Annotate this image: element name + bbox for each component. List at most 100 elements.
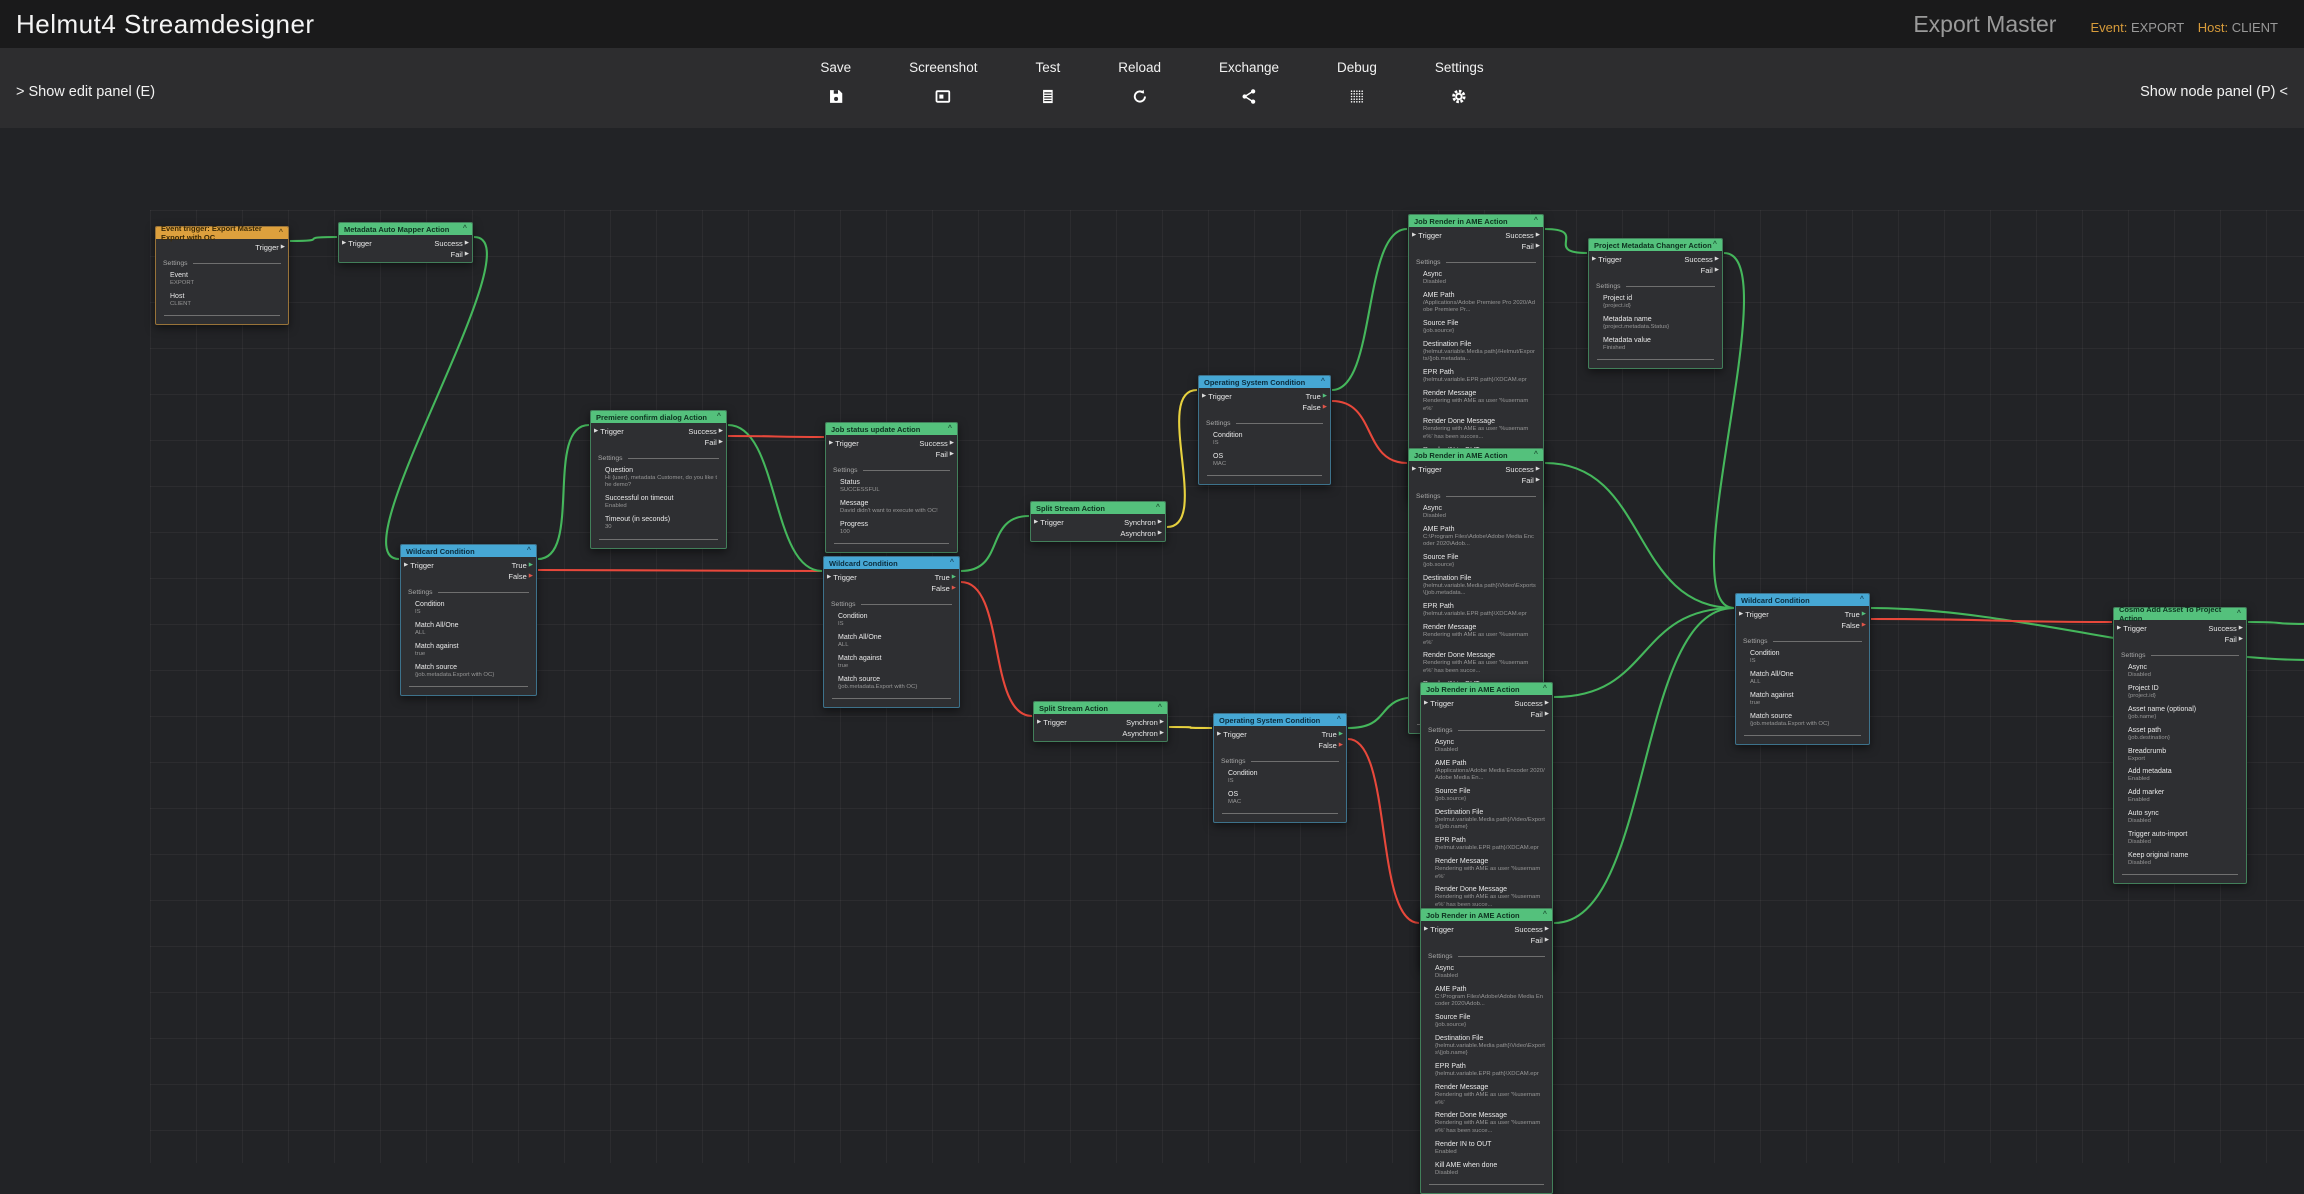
input-port-trigger[interactable]: ▶Trigger xyxy=(1592,255,1622,264)
toolbar-button-settings[interactable]: Settings xyxy=(1435,48,1484,105)
show-node-panel-toggle[interactable]: Show node panel (P) < xyxy=(2140,84,2288,100)
output-port-success[interactable]: Success▶ xyxy=(1514,925,1549,934)
output-port-success[interactable]: Success▶ xyxy=(1505,465,1540,474)
input-port-trigger[interactable]: ▶Trigger xyxy=(2117,624,2147,633)
node-header[interactable]: Wildcard Condition^ xyxy=(401,545,536,557)
input-port-trigger[interactable]: ▶Trigger xyxy=(1412,231,1442,240)
input-port-trigger[interactable]: ▶Trigger xyxy=(1424,925,1454,934)
input-port-trigger[interactable]: ▶Trigger xyxy=(594,427,624,436)
node-cosmo[interactable]: Cosmo Add Asset To Project Action^ ▶Trigg… xyxy=(2113,607,2247,884)
input-port-trigger[interactable]: ▶Trigger xyxy=(1412,465,1442,474)
output-port-success[interactable]: Success▶ xyxy=(688,427,723,436)
collapse-caret-icon[interactable]: ^ xyxy=(1543,912,1547,918)
show-edit-panel-toggle[interactable]: > Show edit panel (E) xyxy=(16,84,155,100)
collapse-caret-icon[interactable]: ^ xyxy=(1156,505,1160,511)
toolbar-button-screenshot[interactable]: Screenshot xyxy=(909,48,977,105)
collapse-caret-icon[interactable]: ^ xyxy=(1534,452,1538,458)
collapse-caret-icon[interactable]: ^ xyxy=(1321,379,1325,385)
wire-wcleft-wcmid[interactable] xyxy=(538,570,822,571)
node-wcright[interactable]: Wildcard Condition^▶TriggerTrue▶False▶Se… xyxy=(1735,593,1870,745)
node-header[interactable]: Event trigger: Export Master Export with… xyxy=(156,227,288,239)
output-port-fail[interactable]: Fail▶ xyxy=(936,450,954,459)
output-port-success[interactable]: Success▶ xyxy=(2208,624,2243,633)
collapse-caret-icon[interactable]: ^ xyxy=(717,414,721,420)
output-port-success[interactable]: Success▶ xyxy=(1514,699,1549,708)
node-header[interactable]: Project Metadata Changer Action^ xyxy=(1589,239,1722,251)
collapse-caret-icon[interactable]: ^ xyxy=(2237,611,2241,617)
node-wcleft[interactable]: Wildcard Condition^▶TriggerTrue▶False▶Se… xyxy=(400,544,537,696)
collapse-caret-icon[interactable]: ^ xyxy=(1713,242,1717,248)
output-port-synchron[interactable]: Synchron▶ xyxy=(1124,518,1162,527)
node-split1[interactable]: Split Stream Action^ ▶Trigger Synchron▶ Asy… xyxy=(1030,501,1166,542)
node-os2[interactable]: Operating System Condition^ ▶Trigger True▶… xyxy=(1213,713,1347,823)
output-port-fail[interactable]: Fail▶ xyxy=(1522,476,1540,485)
output-port-success[interactable]: Success▶ xyxy=(1505,231,1540,240)
node-header[interactable]: Premiere confirm dialog Action^ xyxy=(591,411,726,423)
node-header[interactable]: Wildcard Condition^ xyxy=(824,557,959,569)
input-port-trigger[interactable]: ▶Trigger xyxy=(404,561,434,570)
collapse-caret-icon[interactable]: ^ xyxy=(1158,705,1162,711)
output-port-fail[interactable]: Fail▶ xyxy=(451,250,469,259)
input-port-trigger[interactable]: ▶Trigger xyxy=(1217,730,1247,739)
output-port-asynchron[interactable]: Asynchron▶ xyxy=(1122,729,1164,738)
input-port-trigger[interactable]: ▶Trigger xyxy=(1739,610,1769,619)
output-port-false[interactable]: False▶ xyxy=(1302,403,1327,412)
collapse-caret-icon[interactable]: ^ xyxy=(950,560,954,566)
output-port-fail[interactable]: Fail▶ xyxy=(1531,936,1549,945)
node-wcmid[interactable]: Wildcard Condition^▶TriggerTrue▶False▶Se… xyxy=(823,556,960,708)
output-port-false[interactable]: False▶ xyxy=(508,572,533,581)
node-header[interactable]: Job Render in AME Action^ xyxy=(1409,449,1543,461)
node-header[interactable]: Cosmo Add Asset To Project Action^ xyxy=(2114,608,2246,620)
input-port-trigger[interactable]: ▶Trigger xyxy=(1202,392,1232,401)
wire-confirm-status[interactable] xyxy=(728,436,824,437)
node-header[interactable]: Job status update Action^ xyxy=(826,423,957,435)
output-port-asynchron[interactable]: Asynchron▶ xyxy=(1120,529,1162,538)
input-port-trigger[interactable]: ▶Trigger xyxy=(1424,699,1454,708)
node-header[interactable]: Split Stream Action^ xyxy=(1034,702,1167,714)
node-header[interactable]: Operating System Condition^ xyxy=(1214,714,1346,726)
output-port-trigger[interactable]: Trigger▶ xyxy=(255,243,285,252)
output-port-false[interactable]: False▶ xyxy=(931,584,956,593)
input-port-trigger[interactable]: ▶Trigger xyxy=(1034,518,1064,527)
output-port-fail[interactable]: Fail▶ xyxy=(1701,266,1719,275)
output-port-true[interactable]: True▶ xyxy=(512,561,533,570)
output-port-fail[interactable]: Fail▶ xyxy=(2225,635,2243,644)
collapse-caret-icon[interactable]: ^ xyxy=(1534,218,1538,224)
node-status[interactable]: Job status update Action^▶TriggerSuccess… xyxy=(825,422,958,553)
collapse-caret-icon[interactable]: ^ xyxy=(463,226,467,232)
output-port-true[interactable]: True▶ xyxy=(1845,610,1866,619)
node-header[interactable]: Wildcard Condition^ xyxy=(1736,594,1869,606)
input-port-trigger[interactable]: ▶Trigger xyxy=(827,573,857,582)
collapse-caret-icon[interactable]: ^ xyxy=(279,230,283,236)
wire-split2-os2[interactable] xyxy=(1169,727,1212,728)
collapse-caret-icon[interactable]: ^ xyxy=(1860,597,1864,603)
node-header[interactable]: Split Stream Action^ xyxy=(1031,502,1165,514)
node-evt[interactable]: Event trigger: Export Master Export with… xyxy=(155,226,289,325)
output-port-fail[interactable]: Fail▶ xyxy=(1522,242,1540,251)
collapse-caret-icon[interactable]: ^ xyxy=(1337,717,1341,723)
node-header[interactable]: Job Render in AME Action^ xyxy=(1409,215,1543,227)
output-port-true[interactable]: True▶ xyxy=(935,573,956,582)
collapse-caret-icon[interactable]: ^ xyxy=(948,426,952,432)
node-render4[interactable]: Job Render in AME Action^ ▶Trigger Success… xyxy=(1420,908,1553,1194)
node-header[interactable]: Job Render in AME Action^ xyxy=(1421,909,1552,921)
node-pmc[interactable]: Project Metadata Changer Action^ ▶Trigger… xyxy=(1588,238,1723,369)
node-os1[interactable]: Operating System Condition^ ▶Trigger True▶… xyxy=(1198,375,1331,485)
toolbar-button-exchange[interactable]: Exchange xyxy=(1219,48,1279,105)
output-port-false[interactable]: False▶ xyxy=(1841,621,1866,630)
input-port-trigger[interactable]: ▶Trigger xyxy=(342,239,372,248)
node-header[interactable]: Operating System Condition^ xyxy=(1199,376,1330,388)
toolbar-button-reload[interactable]: Reload xyxy=(1118,48,1161,105)
output-port-true[interactable]: True▶ xyxy=(1306,392,1327,401)
input-port-trigger[interactable]: ▶Trigger xyxy=(829,439,859,448)
toolbar-button-debug[interactable]: Debug xyxy=(1337,48,1377,105)
collapse-caret-icon[interactable]: ^ xyxy=(527,548,531,554)
node-split2[interactable]: Split Stream Action^▶TriggerSynchron▶Asy… xyxy=(1033,701,1168,742)
output-port-false[interactable]: False▶ xyxy=(1318,741,1343,750)
stream-canvas[interactable]: Event trigger: Export Master Export with… xyxy=(0,128,2304,1163)
node-header[interactable]: Job Render in AME Action^ xyxy=(1421,683,1552,695)
node-header[interactable]: Metadata Auto Mapper Action^ xyxy=(339,223,472,235)
toolbar-button-test[interactable]: Test xyxy=(1035,48,1060,105)
output-port-true[interactable]: True▶ xyxy=(1322,730,1343,739)
node-mapper[interactable]: Metadata Auto Mapper Action^▶TriggerSucc… xyxy=(338,222,473,263)
